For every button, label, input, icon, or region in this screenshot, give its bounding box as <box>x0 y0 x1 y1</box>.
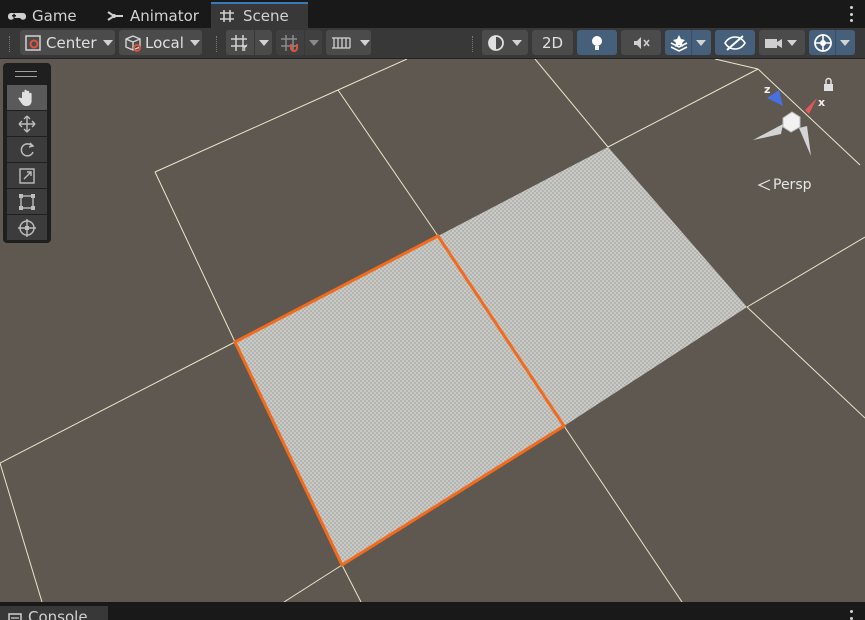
scene-viewport[interactable] <box>0 59 865 602</box>
camera-dropdown[interactable] <box>759 30 805 55</box>
orientation-gizmo[interactable]: z x <box>745 76 845 166</box>
tab-console-label: Console <box>28 608 88 620</box>
snap-increment-toggle[interactable] <box>276 30 322 55</box>
console-menu-kebab-icon[interactable] <box>849 610 853 620</box>
chevron-down-icon <box>189 39 200 46</box>
scene-render <box>0 59 865 602</box>
axis-x-label: x <box>818 96 825 109</box>
increment-snap-dropdown[interactable] <box>326 30 371 55</box>
axis-z-label: z <box>764 83 770 96</box>
bottom-panel-bar: Console <box>0 602 865 620</box>
chevron-down-icon <box>696 39 706 46</box>
chevron-down-icon <box>512 39 522 46</box>
ruler-icon <box>332 36 351 49</box>
chevron-down-icon <box>259 39 269 46</box>
console-list-icon <box>8 613 22 620</box>
projection-label: Persp <box>773 177 812 193</box>
tab-scene[interactable]: Scene <box>211 2 308 28</box>
axis-gizmo-icon: z x <box>753 77 833 156</box>
hand-icon <box>18 89 32 106</box>
tab-game-label: Game <box>32 6 77 25</box>
mode-2d-toggle[interactable]: 2D <box>532 30 573 55</box>
rotate-tool-button[interactable] <box>7 137 47 162</box>
rotate-icon <box>20 141 35 157</box>
audio-muted-icon <box>634 36 650 49</box>
animator-icon <box>107 10 123 21</box>
space-dropdown[interactable]: Local <box>119 30 202 55</box>
pivot-center-icon <box>25 34 41 51</box>
mode-2d-label: 2D <box>541 33 564 52</box>
hidden-eye-icon <box>724 34 746 51</box>
rect-tool-button[interactable] <box>7 189 47 214</box>
window-menu-kebab-icon[interactable] <box>849 6 853 22</box>
tab-scene-label: Scene <box>243 7 289 25</box>
gizmos-dropdown[interactable] <box>809 30 855 55</box>
shading-mode-dropdown[interactable] <box>482 30 528 55</box>
snap-magnet-icon <box>281 34 298 52</box>
effects-dropdown[interactable] <box>665 30 711 55</box>
toolbar-grip <box>472 36 475 52</box>
pivot-label: Center <box>46 33 97 52</box>
grid-snap-toggle[interactable]: Y <box>226 30 272 55</box>
chevron-down-icon <box>360 39 370 46</box>
scale-tool-button[interactable] <box>7 163 47 188</box>
shading-sphere-icon <box>488 34 504 51</box>
hand-tool-button[interactable] <box>7 85 47 110</box>
perspective-chevron-icon <box>757 179 771 191</box>
toolbar-grip <box>9 36 12 52</box>
pivot-dropdown[interactable]: Center <box>20 30 115 55</box>
audio-toggle[interactable] <box>621 30 661 55</box>
lighting-toggle[interactable] <box>577 30 617 55</box>
scene-grid-icon <box>220 10 234 22</box>
space-label: Local <box>145 33 184 52</box>
svg-text:Y: Y <box>241 44 248 53</box>
tab-console[interactable]: Console <box>0 606 108 620</box>
transform-combined-icon <box>18 218 36 237</box>
scene-toolbar: Center Local Y 2D <box>0 28 865 59</box>
chevron-down-icon <box>309 39 319 46</box>
tab-animator-label: Animator <box>130 6 199 25</box>
tab-game[interactable]: Game <box>0 3 85 28</box>
overlay-grip[interactable] <box>15 71 37 77</box>
camera-icon <box>765 38 782 48</box>
effects-layers-icon <box>670 34 688 52</box>
gamepad-icon <box>8 12 26 20</box>
local-cube-icon <box>125 34 141 52</box>
move-tool-button[interactable] <box>7 111 47 136</box>
scene-tools-overlay <box>3 63 51 243</box>
rect-transform-icon <box>19 193 35 210</box>
gizmo-globe-icon <box>814 33 832 52</box>
grid-snap-icon: Y <box>231 34 248 53</box>
scale-icon <box>19 167 35 184</box>
move-arrows-icon <box>18 115 36 132</box>
scene-visibility-toggle[interactable] <box>715 30 755 55</box>
transform-tool-button[interactable] <box>7 215 47 240</box>
chevron-down-icon <box>787 39 797 46</box>
lightbulb-icon <box>592 35 602 50</box>
window-tab-bar: Game Animator Scene <box>0 0 865 28</box>
chevron-down-icon <box>102 39 113 46</box>
toolbar-grip <box>216 36 219 52</box>
projection-toggle[interactable]: Persp <box>757 177 812 193</box>
tab-animator[interactable]: Animator <box>98 3 207 28</box>
chevron-down-icon <box>840 39 850 46</box>
